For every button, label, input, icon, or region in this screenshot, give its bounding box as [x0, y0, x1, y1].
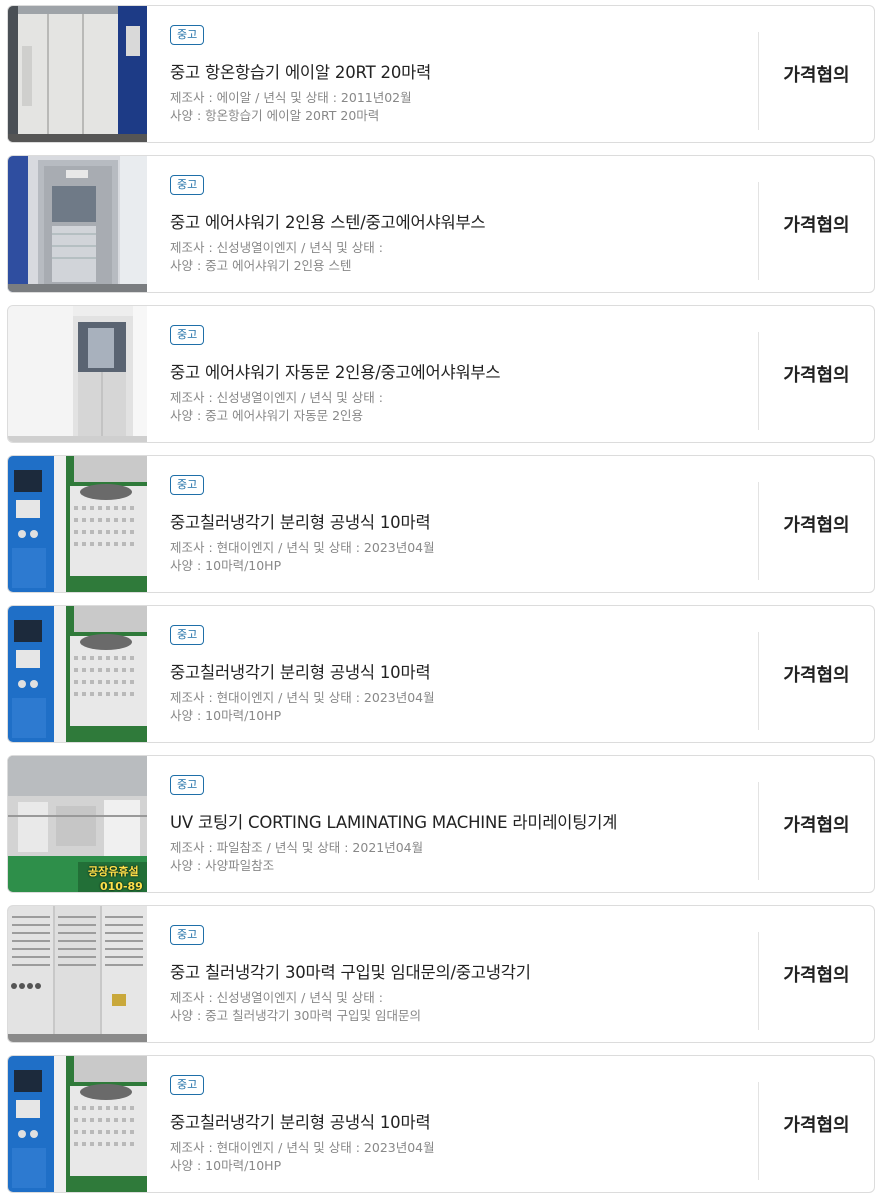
price-label: 가격협의: [783, 1115, 850, 1136]
listing-spec: 사양 : 사양파일참조: [170, 858, 275, 873]
listing-card[interactable]: 중고 중고칠러냉각기 분리형 공냉식 10마력 제조사 : 현대이엔지 / 년식…: [7, 605, 875, 743]
grey-cabinet-photo: [8, 6, 147, 142]
listing-info: 중고 중고칠러냉각기 분리형 공냉식 10마력 제조사 : 현대이엔지 / 년식…: [170, 456, 744, 592]
listing-spec: 사양 : 10마력/10HP: [170, 708, 282, 723]
condition-badge: 중고: [170, 325, 205, 345]
listing-info: 중고 중고 에어샤워기 2인용 스텐/중고에어샤워부스 제조사 : 신성냉열이엔…: [170, 156, 744, 292]
listing-spec: 사양 : 10마력/10HP: [170, 1158, 282, 1173]
product-thumbnail[interactable]: [8, 906, 147, 1042]
product-thumbnail[interactable]: [8, 306, 147, 442]
listing-title[interactable]: 중고칠러냉각기 분리형 공냉식 10마력: [170, 1109, 431, 1133]
condition-badge: 중고: [170, 625, 205, 645]
listing-title[interactable]: 중고 칠러냉각기 30마력 구입및 임대문의/중고냉각기: [170, 959, 531, 983]
price-label: 가격협의: [783, 365, 850, 386]
price-label: 가격협의: [783, 515, 850, 536]
product-thumbnail[interactable]: [8, 456, 147, 592]
air-shower-white-photo: [8, 306, 147, 442]
listing-spec: 사양 : 중고 칠러냉각기 30마력 구입및 임대문의: [170, 1008, 421, 1023]
listing-spec: 사양 : 중고 에어샤워기 2인용 스텐: [170, 258, 352, 273]
overlay-line-1: 공장유휴설: [88, 865, 139, 878]
condition-badge: 중고: [170, 775, 205, 795]
listing-meta: 제조사 : 에이알 / 년식 및 상태 : 2011년02월: [170, 90, 412, 105]
air-shower-steel-photo: [8, 156, 147, 292]
condition-badge: 중고: [170, 475, 205, 495]
listing-info: 중고 중고칠러냉각기 분리형 공냉식 10마력 제조사 : 현대이엔지 / 년식…: [170, 606, 744, 742]
overlay-caption: 공장유휴설 010-89: [88, 864, 147, 892]
product-thumbnail[interactable]: 공장유휴설 010-89: [8, 756, 147, 892]
listing-meta: 제조사 : 신성냉열이엔지 / 년식 및 상태 :: [170, 390, 383, 405]
chiller-blue-photo: [8, 606, 147, 742]
product-thumbnail[interactable]: [8, 606, 147, 742]
listing-card[interactable]: 중고 중고 에어샤워기 2인용 스텐/중고에어샤워부스 제조사 : 신성냉열이엔…: [7, 155, 875, 293]
condition-badge: 중고: [170, 25, 205, 45]
price-label: 가격협의: [783, 65, 850, 86]
listing-meta: 제조사 : 파일참조 / 년식 및 상태 : 2021년04월: [170, 840, 424, 855]
listing-spec: 사양 : 항온항습기 에이알 20RT 20마력: [170, 108, 380, 123]
condition-badge: 중고: [170, 1075, 205, 1095]
listing-info: 중고 중고 에어샤워기 자동문 2인용/중고에어샤워부스 제조사 : 신성냉열이…: [170, 306, 744, 442]
chiller-blue-photo: [8, 456, 147, 592]
listing-meta: 제조사 : 신성냉열이엔지 / 년식 및 상태 :: [170, 240, 383, 255]
chiller-grey-photo: [8, 906, 147, 1042]
chiller-blue-photo: [8, 1056, 147, 1192]
listing-meta: 제조사 : 현대이엔지 / 년식 및 상태 : 2023년04월: [170, 540, 435, 555]
price-label: 가격협의: [783, 665, 850, 686]
listing-card[interactable]: 중고 중고 항온항습기 에이알 20RT 20마력 제조사 : 에이알 / 년식…: [7, 5, 875, 143]
condition-badge: 중고: [170, 175, 205, 195]
overlay-line-2: 010-89: [100, 880, 143, 892]
listing-card[interactable]: 중고 중고칠러냉각기 분리형 공냉식 10마력 제조사 : 현대이엔지 / 년식…: [7, 455, 875, 593]
listing-card[interactable]: 중고 중고 칠러냉각기 30마력 구입및 임대문의/중고냉각기 제조사 : 신성…: [7, 905, 875, 1043]
condition-badge: 중고: [170, 925, 205, 945]
product-thumbnail[interactable]: [8, 6, 147, 142]
listing-title[interactable]: UV 코팅기 CORTING LAMINATING MACHINE 라미레이팅기…: [170, 809, 617, 833]
listing-title[interactable]: 중고 항온항습기 에이알 20RT 20마력: [170, 59, 431, 83]
listing-meta: 제조사 : 현대이엔지 / 년식 및 상태 : 2023년04월: [170, 1140, 435, 1155]
listing-info: 중고 중고 칠러냉각기 30마력 구입및 임대문의/중고냉각기 제조사 : 신성…: [170, 906, 744, 1042]
listing-card[interactable]: 중고 중고 에어샤워기 자동문 2인용/중고에어샤워부스 제조사 : 신성냉열이…: [7, 305, 875, 443]
listing-card[interactable]: 중고 중고칠러냉각기 분리형 공냉식 10마력 제조사 : 현대이엔지 / 년식…: [7, 1055, 875, 1193]
listing-meta: 제조사 : 신성냉열이엔지 / 년식 및 상태 :: [170, 990, 383, 1005]
product-thumbnail[interactable]: [8, 156, 147, 292]
price-label: 가격협의: [783, 815, 850, 836]
listing-title[interactable]: 중고칠러냉각기 분리형 공냉식 10마력: [170, 659, 431, 683]
listing-info: 중고 중고 항온항습기 에이알 20RT 20마력 제조사 : 에이알 / 년식…: [170, 6, 744, 142]
listing-title[interactable]: 중고 에어샤워기 자동문 2인용/중고에어샤워부스: [170, 359, 501, 383]
listing-title[interactable]: 중고칠러냉각기 분리형 공냉식 10마력: [170, 509, 431, 533]
product-thumbnail[interactable]: [8, 1056, 147, 1192]
listing-meta: 제조사 : 현대이엔지 / 년식 및 상태 : 2023년04월: [170, 690, 435, 705]
listing-spec: 사양 : 10마력/10HP: [170, 558, 282, 573]
listing-info: 중고 UV 코팅기 CORTING LAMINATING MACHINE 라미레…: [170, 756, 744, 892]
price-label: 가격협의: [783, 965, 850, 986]
listing-title[interactable]: 중고 에어샤워기 2인용 스텐/중고에어샤워부스: [170, 209, 486, 233]
price-label: 가격협의: [783, 215, 850, 236]
listing-info: 중고 중고칠러냉각기 분리형 공냉식 10마력 제조사 : 현대이엔지 / 년식…: [170, 1056, 744, 1192]
listing-card[interactable]: 공장유휴설 010-89 중고 UV 코팅기 CORTING LAMINATIN…: [7, 755, 875, 893]
listing-spec: 사양 : 중고 에어샤워기 자동문 2인용: [170, 408, 364, 423]
